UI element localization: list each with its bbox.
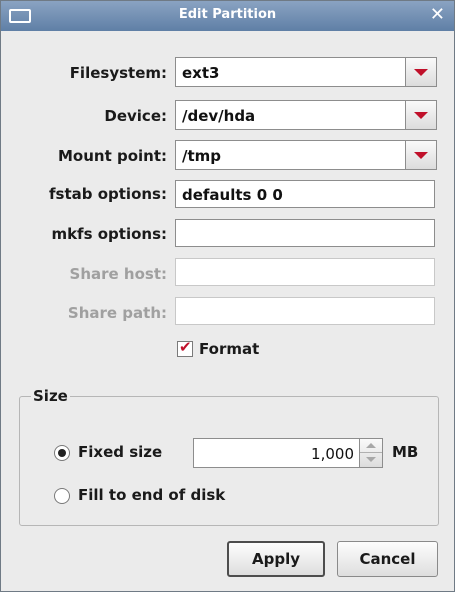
mount-point-value: /tmp xyxy=(182,147,222,165)
format-label[interactable]: Format xyxy=(199,340,259,358)
filesystem-dropdown-button[interactable] xyxy=(405,58,436,86)
mount-point-combo[interactable]: /tmp xyxy=(175,140,437,170)
fixed-size-radio[interactable] xyxy=(54,445,70,461)
window-title: Edit Partition xyxy=(178,7,277,22)
dropdown-arrow-icon xyxy=(414,112,428,119)
edit-partition-dialog: Edit Partition ✕ Filesystem: ext3 Device… xyxy=(0,0,455,592)
radio-selected-dot xyxy=(58,449,66,457)
close-icon[interactable]: ✕ xyxy=(430,4,445,25)
apply-button[interactable]: Apply xyxy=(227,541,325,577)
mkfs-options-input[interactable] xyxy=(175,219,435,247)
fill-to-end-label[interactable]: Fill to end of disk xyxy=(78,486,225,504)
size-group-title: Size xyxy=(31,387,70,405)
share-path-label: Share path: xyxy=(67,304,167,322)
filesystem-value: ext3 xyxy=(182,64,220,82)
filesystem-label: Filesystem: xyxy=(69,64,167,82)
fstab-options-label: fstab options: xyxy=(49,185,167,203)
device-combo[interactable]: /dev/hda xyxy=(175,100,437,130)
size-unit-label: MB xyxy=(392,443,419,461)
spinner-down-icon[interactable] xyxy=(360,453,382,467)
device-value: /dev/hda xyxy=(182,107,256,125)
share-host-input xyxy=(175,258,435,286)
dropdown-arrow-icon xyxy=(414,152,428,159)
title-bar[interactable]: Edit Partition ✕ xyxy=(1,1,454,31)
device-label: Device: xyxy=(104,107,167,125)
fixed-size-label[interactable]: Fixed size xyxy=(78,443,162,461)
checkmark-icon: ✔ xyxy=(179,338,192,356)
fill-to-end-radio[interactable] xyxy=(54,488,70,504)
dropdown-arrow-icon xyxy=(414,69,428,76)
format-checkbox[interactable]: ✔ xyxy=(177,338,193,357)
fstab-options-input[interactable]: defaults 0 0 xyxy=(175,180,435,208)
mount-point-label: Mount point: xyxy=(57,147,167,165)
mkfs-options-label: mkfs options: xyxy=(51,225,167,243)
share-path-input xyxy=(175,297,435,325)
cancel-button[interactable]: Cancel xyxy=(337,541,438,577)
spinner-buttons xyxy=(359,439,382,467)
spinner-up-icon[interactable] xyxy=(360,439,382,453)
filesystem-combo[interactable]: ext3 xyxy=(175,57,437,87)
fixed-size-value: 1,000 xyxy=(311,445,354,463)
fixed-size-spinner[interactable]: 1,000 xyxy=(193,438,383,468)
share-host-label: Share host: xyxy=(69,265,167,283)
mount-point-dropdown-button[interactable] xyxy=(405,141,436,169)
device-dropdown-button[interactable] xyxy=(405,101,436,129)
